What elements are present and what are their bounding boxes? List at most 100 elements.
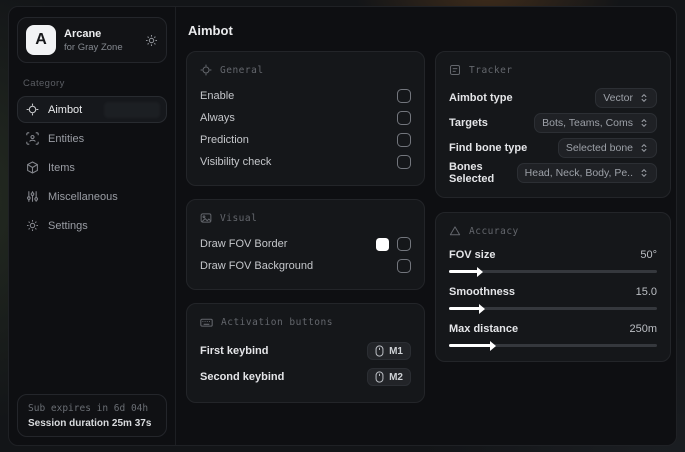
card-title: Visual	[220, 212, 258, 224]
sidebar-item-label: Settings	[48, 219, 88, 232]
slider-row: FOV size 50°	[449, 246, 657, 277]
unfold-icon	[639, 143, 649, 153]
keybind-value: M1	[389, 345, 403, 357]
sliders-icon	[26, 190, 39, 203]
unfold-icon	[639, 93, 649, 103]
visual-card: Visual Draw FOV Border Draw FOV Backgrou…	[186, 199, 425, 290]
draw-fov-background-checkbox[interactable]	[397, 259, 411, 273]
setting-row: Bones Selected Head, Neck, Body, Pe..	[449, 160, 657, 185]
setting-label: Targets	[449, 116, 488, 129]
enable-checkbox[interactable]	[397, 89, 411, 103]
brand-name: Arcane	[64, 27, 102, 40]
visibility-check-checkbox[interactable]	[397, 155, 411, 169]
tracker-icon	[449, 64, 461, 76]
setting-row: Visibility check	[200, 151, 411, 173]
slider-value: 15.0	[635, 286, 657, 298]
dropdown-value: Head, Neck, Body, Pe..	[524, 166, 633, 179]
sidebar-item-miscellaneous[interactable]: Miscellaneous	[17, 183, 167, 210]
activation-buttons-card: Activation buttons First keybind M1 Seco…	[186, 303, 425, 403]
setting-label: Max distance	[449, 323, 519, 335]
first-keybind-button[interactable]: M1	[367, 342, 411, 360]
slider-fill	[449, 340, 496, 351]
session-duration-text: Session duration 25m 37s	[28, 418, 152, 429]
setting-label: Enable	[200, 90, 235, 102]
watermark-ghost	[104, 102, 160, 118]
app-window: A Arcane for Gray Zone Category Aimbot E…	[8, 6, 677, 446]
bones-selected-dropdown[interactable]: Head, Neck, Body, Pe..	[516, 162, 657, 183]
slider-value: 50°	[640, 249, 657, 261]
setting-row: First keybind M1	[200, 338, 411, 364]
page-title: Aimbot	[188, 23, 233, 38]
aimbot-type-dropdown[interactable]: Vector	[595, 87, 657, 108]
card-title: Tracker	[469, 64, 513, 76]
max-distance-slider[interactable]	[449, 340, 657, 351]
mouse-icon	[375, 371, 384, 383]
keyboard-icon	[200, 316, 213, 329]
brand-subtitle: for Gray Zone	[64, 41, 123, 53]
keybind-value: M2	[389, 371, 403, 383]
slider-value: 250m	[629, 323, 657, 335]
fov-border-color-swatch[interactable]	[376, 237, 389, 251]
crosshair-icon	[200, 64, 212, 76]
brand-logo: A	[26, 25, 56, 55]
person-scan-icon	[26, 132, 39, 145]
prediction-checkbox[interactable]	[397, 133, 411, 147]
card-title: General	[220, 64, 264, 76]
setting-row: Prediction	[200, 129, 411, 151]
unfold-icon	[639, 168, 649, 178]
slider-row: Max distance 250m	[449, 320, 657, 351]
dropdown-value: Vector	[603, 91, 633, 104]
setting-row: Always	[200, 107, 411, 129]
setting-label: Aimbot type	[449, 91, 513, 104]
dropdown-value: Bots, Teams, Coms	[542, 116, 633, 129]
setting-label: Prediction	[200, 134, 249, 146]
card-title: Activation buttons	[221, 317, 333, 328]
triangle-icon	[449, 225, 461, 237]
slider-fill	[449, 303, 486, 314]
category-label: Category	[23, 78, 65, 89]
sidebar-item-items[interactable]: Items	[17, 154, 167, 181]
sidebar-item-settings[interactable]: Settings	[17, 212, 167, 239]
gear-icon	[26, 219, 39, 232]
setting-row: Aimbot type Vector	[449, 85, 657, 110]
setting-row: Find bone type Selected bone	[449, 135, 657, 160]
second-keybind-button[interactable]: M2	[367, 368, 411, 386]
gear-icon[interactable]	[145, 34, 158, 47]
setting-label: Bones Selected	[449, 160, 495, 185]
setting-label: Smoothness	[449, 286, 516, 298]
accuracy-card: Accuracy FOV size 50° Smoothness 15.0 Ma…	[435, 212, 671, 362]
setting-label: FOV size	[449, 249, 496, 261]
sidebar-item-label: Entities	[48, 132, 85, 145]
setting-row: Targets Bots, Teams, Coms	[449, 110, 657, 135]
setting-label: Draw FOV Border	[200, 238, 288, 250]
setting-label: First keybind	[200, 345, 269, 357]
setting-label: Always	[200, 112, 235, 124]
setting-row: Enable	[200, 85, 411, 107]
sidebar: A Arcane for Gray Zone Category Aimbot E…	[9, 7, 176, 445]
draw-fov-border-checkbox[interactable]	[397, 237, 411, 251]
sidebar-item-aimbot[interactable]: Aimbot	[17, 96, 167, 123]
setting-label: Find bone type	[449, 141, 528, 154]
brand-text: Arcane for Gray Zone	[64, 28, 137, 53]
always-checkbox[interactable]	[397, 111, 411, 125]
card-title: Accuracy	[469, 225, 519, 237]
sidebar-item-entities[interactable]: Entities	[17, 125, 167, 152]
slider-row: Smoothness 15.0	[449, 283, 657, 314]
tracker-card: Tracker Aimbot type Vector Targets Bots,…	[435, 51, 671, 198]
sidebar-nav: Aimbot Entities Items Miscellaneous Sett…	[17, 96, 167, 239]
unfold-icon	[639, 118, 649, 128]
sidebar-item-label: Items	[48, 161, 75, 174]
targets-dropdown[interactable]: Bots, Teams, Coms	[534, 112, 657, 133]
mouse-icon	[375, 345, 384, 357]
setting-label: Visibility check	[200, 156, 272, 168]
slider-fill	[449, 266, 484, 277]
crosshair-icon	[26, 103, 39, 116]
find-bone-type-dropdown[interactable]: Selected bone	[557, 137, 657, 158]
general-card: General Enable Always Prediction Visibil…	[186, 51, 425, 186]
smoothness-slider[interactable]	[449, 303, 657, 314]
fov-size-slider[interactable]	[449, 266, 657, 277]
main-panel: Aimbot General Enable Always Prediction …	[176, 7, 676, 445]
sub-expires-text: Sub expires in 6d 04h	[28, 403, 149, 414]
setting-row: Draw FOV Background	[200, 255, 411, 277]
brand-card: A Arcane for Gray Zone	[17, 17, 167, 63]
